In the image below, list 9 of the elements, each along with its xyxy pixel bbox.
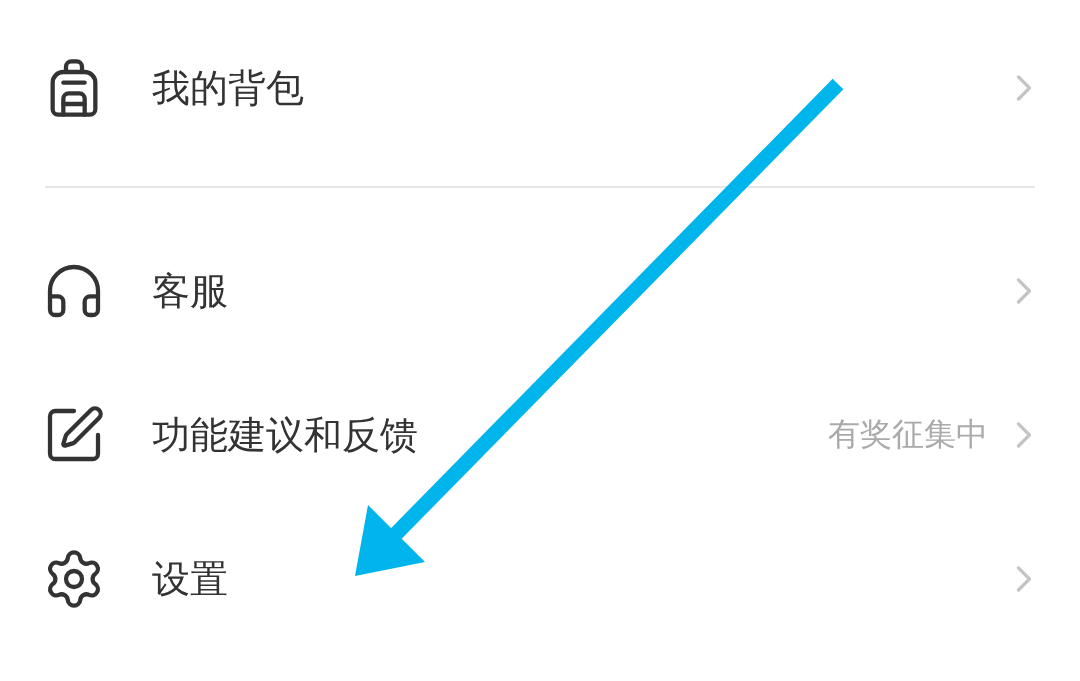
menu-label: 客服 — [152, 267, 229, 315]
menu-item[interactable]: 客服 — [0, 219, 1080, 363]
menu-label: 功能建议和反馈 — [152, 411, 419, 459]
menu-item[interactable]: 我的背包 — [0, 16, 1080, 160]
menu-item[interactable]: 功能建议和反馈 有奖征集中 — [0, 363, 1080, 507]
menu-label: 设置 — [152, 555, 229, 603]
menu-item[interactable]: 设置 — [0, 507, 1080, 651]
menu-label: 我的背包 — [152, 64, 305, 112]
hint-text: 有奖征集中 — [828, 414, 988, 455]
